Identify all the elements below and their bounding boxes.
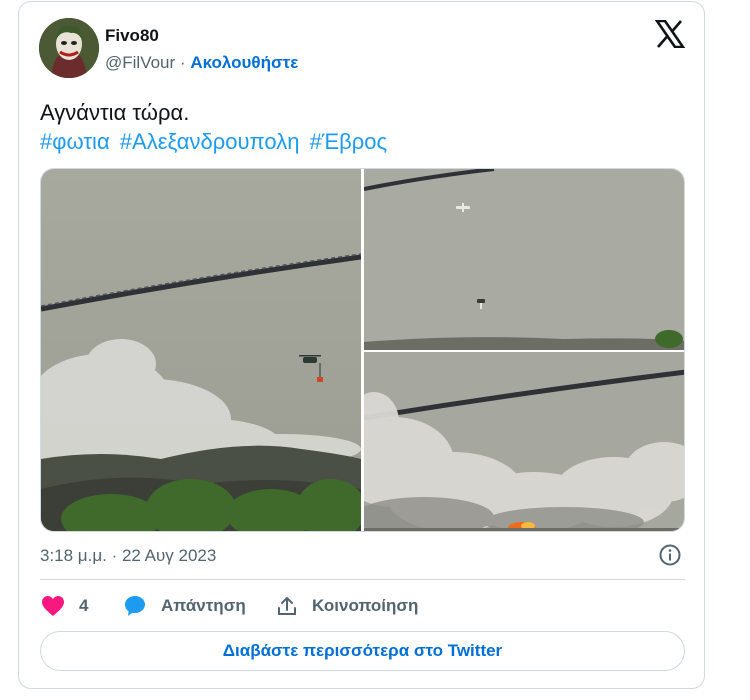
separator-dot: · [179, 53, 186, 72]
like-count: 4 [79, 596, 89, 615]
hashtag-row: #φωτια #Αλεξανδρουπολη #Έβρος [40, 126, 391, 158]
avatar[interactable] [39, 18, 99, 78]
reply-label: Απάντηση [161, 596, 246, 615]
share-label: Κοινοποίηση [312, 596, 419, 615]
like-button[interactable]: 4 [41, 592, 88, 620]
hashtag-link[interactable]: #φωτια [40, 129, 110, 154]
read-more-button[interactable]: Διαβάστε περισσότερα στο Twitter [40, 631, 685, 671]
follow-button[interactable]: Ακολουθήστε [190, 53, 298, 72]
share-upload-icon [278, 597, 296, 615]
reply-button[interactable]: Απάντηση [123, 592, 246, 620]
info-icon[interactable] [658, 543, 682, 567]
heart-icon [42, 596, 64, 616]
share-button[interactable]: Κοινοποίηση [276, 592, 418, 620]
hashtag-link[interactable]: #Αλεξανδρουπολη [120, 129, 300, 154]
tweet-timestamp[interactable]: 3:18 μ.μ. · 22 Αυγ 2023 [40, 546, 216, 566]
photo-helicopter-smoke[interactable] [41, 169, 361, 531]
photo-aircraft-sky[interactable] [364, 169, 684, 350]
speech-bubble-icon [125, 596, 145, 616]
tweet-text: Αγνάντια τώρα. [40, 100, 190, 125]
tweet-card: Fivo80 @FilVour · Ακολουθήστε Αγνάντια τ… [18, 1, 705, 689]
hashtag-link[interactable]: #Έβρος [310, 129, 388, 154]
author-name[interactable]: Fivo80 [105, 26, 159, 46]
media-grid [40, 168, 685, 532]
x-logo-icon[interactable] [655, 20, 685, 48]
divider [40, 579, 685, 580]
handle-row: @FilVour · Ακολουθήστε [105, 53, 298, 73]
photo-fire-smoke[interactable] [364, 352, 684, 531]
author-handle[interactable]: @FilVour [105, 53, 175, 72]
